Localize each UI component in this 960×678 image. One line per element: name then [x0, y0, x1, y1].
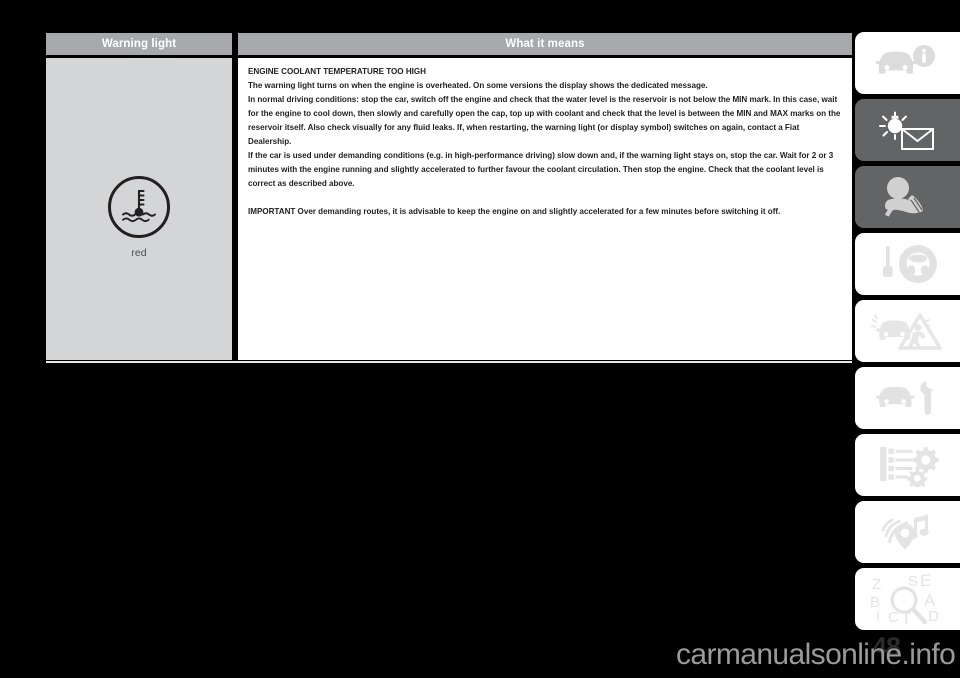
column-header-warning-light: Warning light [46, 33, 232, 55]
svg-text:I: I [876, 608, 880, 624]
car-startup-driving-icon [882, 245, 937, 283]
tab-emergency[interactable] [855, 166, 960, 228]
site-watermark: carmanualsonline.info [676, 638, 956, 671]
table-body-row: red ENGINE COOLANT TEMPERATURE TOO HIGH … [46, 58, 852, 360]
svg-text:D: D [928, 608, 939, 624]
tab-car-maintenance[interactable] [855, 367, 960, 429]
alphabetical-index-icon: Z B I C T S E A D [870, 574, 939, 624]
section-tab-rail: Z B I C T S E A D [855, 32, 960, 635]
table-bottom-rule [46, 361, 852, 363]
tab-alphabetical-index[interactable]: Z B I C T S E A D [855, 568, 960, 630]
svg-text:E: E [920, 574, 931, 590]
tab-car-startup-driving[interactable] [855, 233, 960, 295]
description-paragraph-3: If the car is used under demanding condi… [248, 151, 834, 189]
tab-car-info[interactable] [855, 32, 960, 94]
car-accident-icon [870, 313, 942, 350]
description-important-note: IMPORTANT Over demanding routes, it is a… [248, 207, 781, 217]
tab-warning-lights-messages[interactable] [855, 99, 960, 161]
column-header-what-it-means: What it means [238, 33, 852, 55]
tab-multimedia[interactable] [855, 501, 960, 563]
tab-car-accident[interactable] [855, 300, 960, 362]
what-it-means-cell: ENGINE COOLANT TEMPERATURE TOO HIGH The … [238, 58, 852, 360]
car-maintenance-icon [875, 381, 933, 415]
multimedia-icon [881, 514, 929, 550]
technical-specs-icon [879, 447, 939, 487]
warning-symbol-block: red [46, 176, 232, 259]
manual-page: Warning light What it means red ENGINE C… [0, 0, 960, 678]
description-title: ENGINE COOLANT TEMPERATURE TOO HIGH [248, 67, 426, 76]
tab-technical-specs[interactable] [855, 434, 960, 496]
svg-text:Z: Z [872, 576, 881, 593]
warning-light-table: Warning light What it means red ENGINE C… [46, 33, 852, 363]
warning-lights-messages-icon [878, 111, 934, 150]
emergency-icon [884, 177, 923, 217]
warning-light-cell: red [46, 58, 232, 360]
car-info-icon [875, 45, 935, 74]
description-paragraph-1: The warning light turns on when the engi… [248, 81, 708, 91]
warning-light-color-label: red [131, 247, 147, 259]
description-paragraph-2: In normal driving conditions: stop the c… [248, 95, 841, 147]
warning-description: ENGINE COOLANT TEMPERATURE TOO HIGH The … [248, 65, 842, 219]
coolant-temperature-icon [108, 176, 170, 238]
table-header-row: Warning light What it means [46, 33, 852, 55]
